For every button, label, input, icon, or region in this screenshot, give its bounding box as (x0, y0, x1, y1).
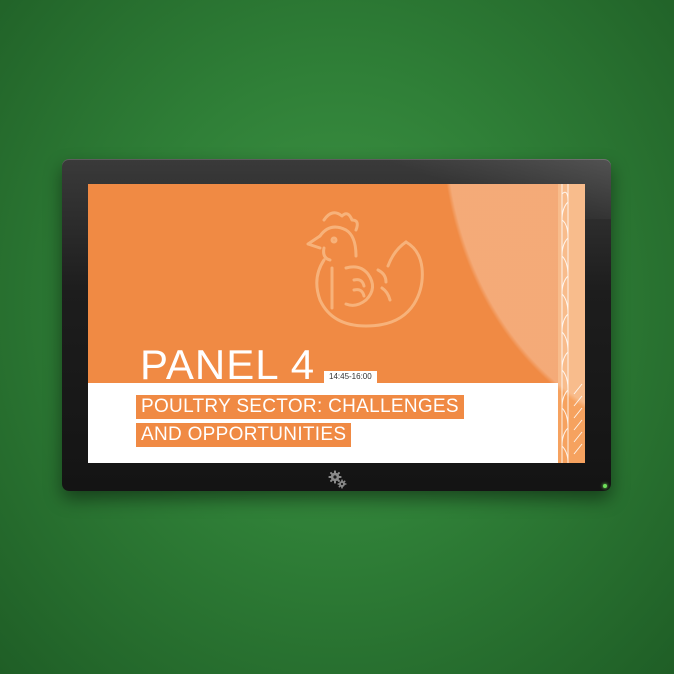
hen-icon (306, 211, 424, 328)
subtitle-line-2: AND OPPORTUNITIES (136, 423, 352, 447)
subtitle-line-1: POULTRY SECTOR: CHALLENGES (136, 395, 464, 419)
panel-subtitle: POULTRY SECTOR: CHALLENGES AND OPPORTUNI… (136, 395, 556, 451)
gear-icon (328, 470, 347, 489)
time-badge: 14:45-16:00 (324, 371, 377, 383)
panel-title: PANEL 4 (140, 341, 316, 388)
power-led-icon (603, 484, 607, 488)
tv-screen: PANEL 4 14:45-16:00 POULTRY SECTOR: CHAL… (88, 184, 585, 463)
side-pattern-strip (558, 184, 585, 463)
tv-monitor: PANEL 4 14:45-16:00 POULTRY SECTOR: CHAL… (62, 159, 611, 491)
